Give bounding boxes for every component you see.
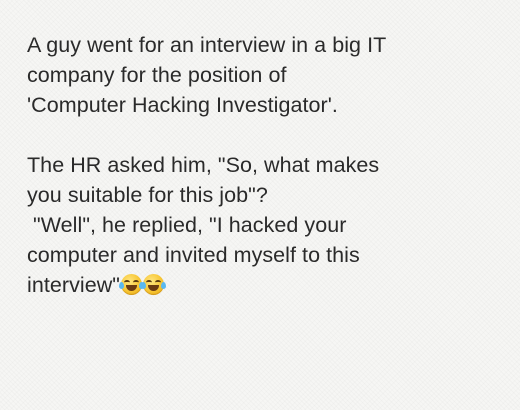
note-last-line: interview" (27, 270, 507, 300)
note-line: interview" (27, 273, 120, 297)
note-line: The HR asked him, "So, what makes (27, 153, 380, 177)
note-text: A guy went for an interview in a big IT … (27, 30, 507, 300)
note-line: company for the position of (27, 63, 287, 87)
note-line: "Well", he replied, "I hacked your (27, 213, 347, 237)
note-line: A guy went for an interview in a big IT (27, 33, 387, 57)
tears-of-joy-icon (118, 274, 144, 295)
note-line: you suitable for this job"? (27, 183, 268, 207)
note-line: 'Computer Hacking Investigator'. (27, 93, 338, 117)
note-line: computer and invited myself to this (27, 243, 360, 267)
tears-of-joy-icon (140, 274, 166, 295)
